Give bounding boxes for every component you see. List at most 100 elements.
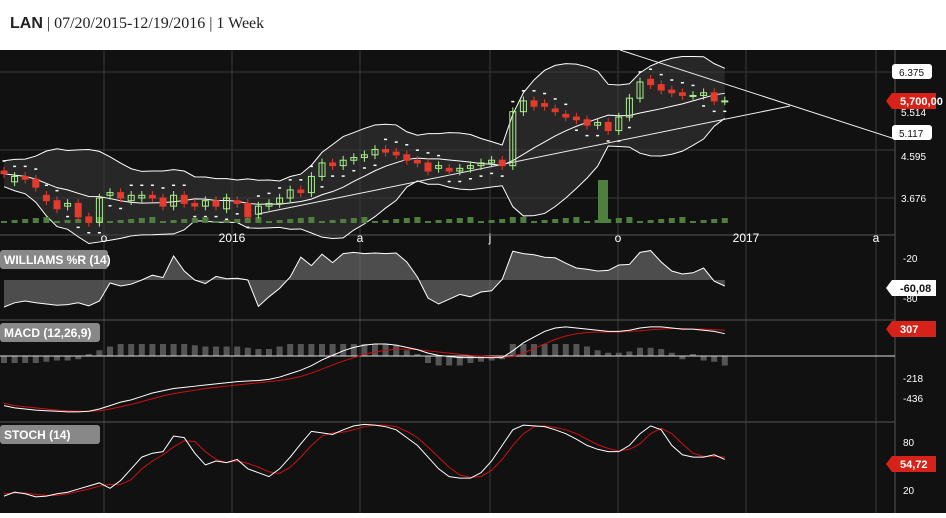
sar-dot [521, 90, 525, 92]
macd-histogram-bar [308, 344, 315, 356]
volume-bar [149, 217, 156, 223]
candle-body [498, 159, 506, 167]
macd-histogram-bar [128, 344, 135, 356]
sar-dot [723, 110, 727, 113]
sar-dot [331, 175, 335, 177]
sar-dot [267, 192, 271, 195]
sar-dot [638, 71, 642, 73]
macd-histogram-bar [562, 344, 569, 356]
chart-header: LAN | 07/20/2015-12/19/2016 | 1 Week [0, 0, 946, 50]
macd-histogram-bar [223, 346, 230, 356]
sar-dot [362, 167, 366, 169]
y-tick-label: 3.676 [901, 194, 926, 205]
candle-body [244, 202, 252, 218]
volume-bar [128, 219, 135, 223]
candle-body [392, 151, 400, 156]
sar-dot [574, 129, 578, 131]
chart-area[interactable]: o 2016 a j o 2017 a 6.375 5.514 5.117 4.595 3.676 -2… [0, 49, 946, 513]
sar-dot [490, 172, 494, 175]
value-tag-text: 307 [900, 324, 918, 336]
candle-body [583, 119, 591, 126]
volume-bar [319, 221, 325, 223]
volume-bar [679, 217, 686, 223]
sar-dot [468, 178, 472, 180]
y-tick-label: -436 [903, 394, 923, 405]
candle-body [32, 178, 40, 188]
macd-histogram-bar [138, 344, 145, 356]
volume-bar [478, 221, 484, 223]
volume-bar [350, 218, 357, 223]
macd-histogram-bar [594, 350, 601, 356]
x-tick-label: o [101, 231, 108, 245]
macd-histogram-bar [266, 349, 272, 356]
candle-body [329, 162, 337, 167]
sar-dot [649, 68, 653, 70]
volume-bar [160, 221, 166, 223]
macd-histogram-bar [234, 346, 241, 356]
sar-dot [2, 160, 6, 162]
sar-dot [140, 184, 144, 187]
stoch-k-line [3, 423, 726, 498]
sar-dot [479, 175, 483, 177]
volume-bar [202, 217, 209, 223]
sar-dot [500, 175, 504, 177]
macd-histogram-bar [54, 356, 60, 361]
indicator-label-text: MACD (12,26,9) [4, 326, 91, 340]
macd-histogram-bar [425, 356, 431, 363]
sar-dot [532, 90, 536, 92]
volume-bar [584, 221, 590, 223]
sar-dot [13, 165, 17, 168]
chart-canvas[interactable]: o 2016 a j o 2017 a 6.375 5.514 5.117 4.595 3.676 -2… [0, 49, 946, 513]
volume-bar [382, 220, 389, 223]
volume-bar [414, 217, 421, 223]
sar-dot [161, 187, 165, 189]
macd-histogram-bar [647, 347, 654, 356]
volume-bar [297, 218, 304, 223]
x-tick-label: a [357, 231, 364, 245]
macd-histogram-bar [446, 356, 453, 366]
macd-histogram-bar [552, 344, 559, 356]
candle-body [148, 194, 156, 199]
sar-dot [405, 144, 409, 146]
candle-body [0, 170, 8, 175]
volume-bar [700, 220, 707, 223]
macd-histogram-bar [1, 356, 7, 363]
volume-bar [329, 220, 336, 223]
volume-bar [107, 221, 113, 223]
y-tick-label: 5.514 [901, 108, 926, 119]
sar-dot [670, 79, 674, 81]
williams-label: WILLIAMS %R (14) [0, 250, 111, 269]
sar-dot [702, 105, 706, 107]
candle-body [42, 194, 50, 202]
volume-bar [435, 220, 442, 223]
volume-bar [393, 219, 400, 223]
candle-body [562, 113, 570, 118]
interval-label: 1 Week [216, 15, 265, 32]
volume-bar [138, 218, 145, 223]
y-tick-label: 6.375 [899, 68, 924, 79]
macd-histogram-bar [181, 344, 188, 356]
sar-dot [415, 149, 419, 151]
volume-bar [626, 217, 633, 223]
value-tag-text: 5,700,00 [900, 96, 943, 108]
x-tick-label: j [488, 231, 492, 245]
volume-bar [403, 218, 410, 223]
macd-histogram-bar [626, 351, 633, 356]
candle-body [721, 100, 729, 103]
sar-dot [320, 186, 324, 188]
sar-dot [66, 215, 70, 218]
volume-bar [372, 221, 378, 223]
candle-body [413, 159, 421, 164]
volume-bar [647, 220, 654, 223]
macd-histogram-bar [191, 345, 198, 356]
x-axis-labels: o 2016 a j o 2017 a [101, 231, 880, 245]
macd-histogram-bar [467, 356, 474, 363]
sar-dot [246, 226, 250, 229]
macd-histogram-bar [43, 356, 50, 362]
sar-dot [680, 81, 684, 84]
candle-body [297, 189, 305, 194]
macd-histogram-bar [700, 356, 707, 361]
macd-histogram-bar [107, 346, 113, 356]
macd-histogram-bar [287, 344, 294, 356]
volume-bar [615, 218, 622, 223]
